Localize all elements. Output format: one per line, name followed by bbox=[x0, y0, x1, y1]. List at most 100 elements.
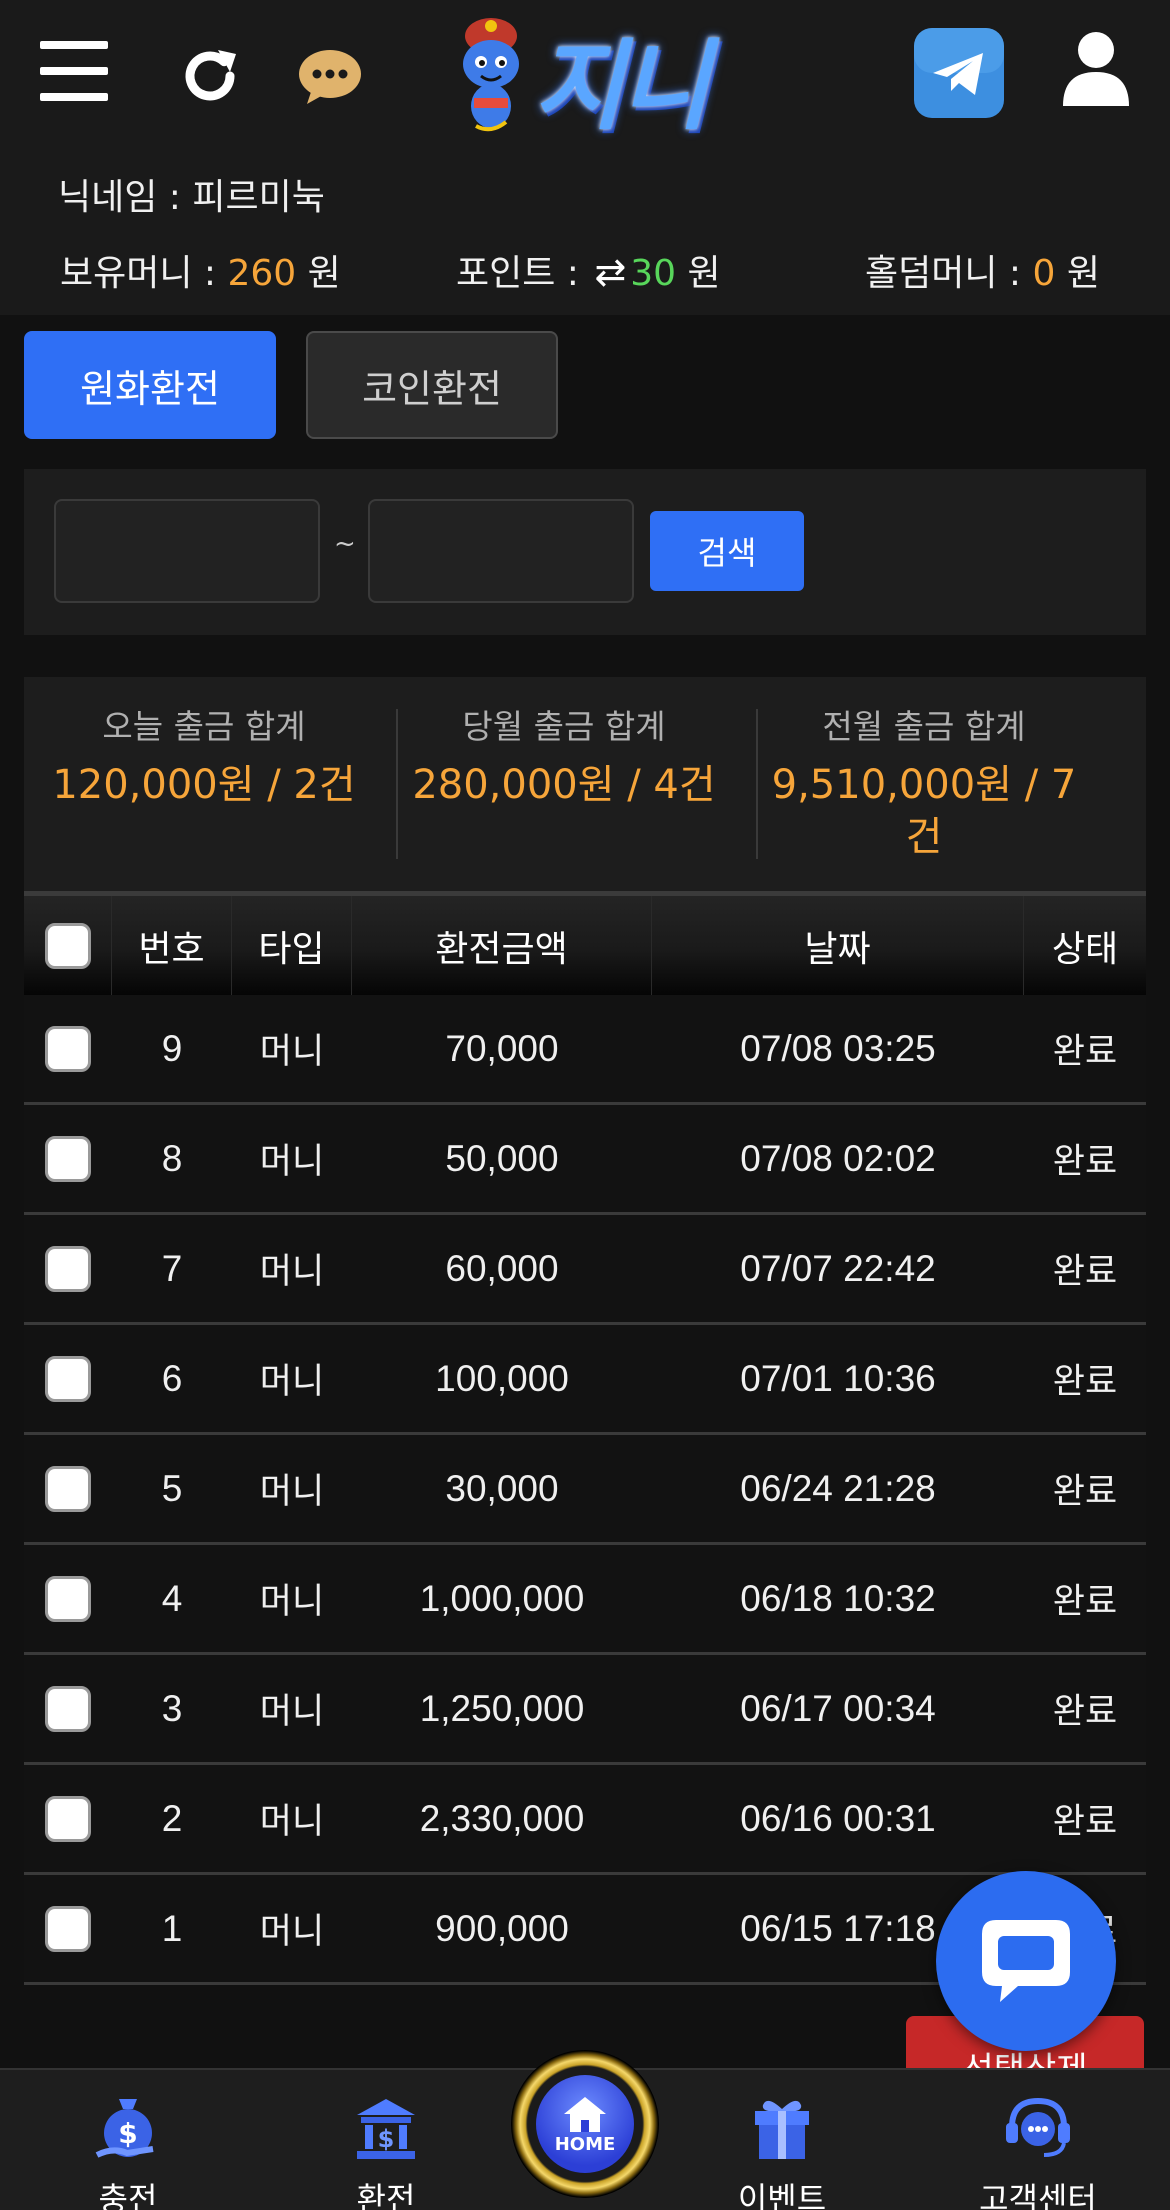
row-select-cell bbox=[24, 1765, 112, 1872]
row-checkbox[interactable] bbox=[45, 1245, 91, 1292]
nav-event[interactable]: 이벤트 bbox=[692, 2090, 872, 2210]
row-type: 머니 bbox=[259, 1692, 325, 1732]
user-icon[interactable] bbox=[1056, 26, 1136, 110]
date-to-input[interactable] bbox=[368, 499, 634, 603]
home-ring: HOME bbox=[511, 2050, 659, 2198]
summary-divider bbox=[756, 709, 758, 859]
table-row[interactable]: 6 머니 100,000 07/01 10:36 완료 bbox=[24, 1325, 1146, 1435]
row-select-cell bbox=[24, 1435, 112, 1542]
date-search-panel: ~ 검색 bbox=[24, 469, 1146, 635]
select-all-checkbox[interactable] bbox=[44, 922, 91, 969]
header-status: 상태 bbox=[1051, 928, 1119, 970]
row-date: 07/08 02:02 bbox=[740, 1137, 936, 1179]
nickname-row: 닉네임 : 피르미눅 bbox=[58, 168, 325, 220]
row-status: 완료 bbox=[1052, 1582, 1118, 1622]
row-checkbox[interactable] bbox=[45, 1905, 91, 1952]
summary-last-month: 전월 출금 합계 9,510,000원 / 7건 bbox=[744, 707, 1104, 863]
row-date: 07/08 03:25 bbox=[740, 1027, 936, 1069]
nav-support-label: 고객센터 bbox=[979, 2180, 1097, 2210]
nav-exchange-label: 환전 bbox=[356, 2180, 416, 2210]
tab-krw-exchange[interactable]: 원화환전 bbox=[24, 331, 276, 439]
nav-charge[interactable]: $ 충전 bbox=[38, 2090, 218, 2210]
site-logo[interactable]: 지니 bbox=[440, 8, 730, 148]
row-number: 4 bbox=[161, 1577, 183, 1619]
row-type: 머니 bbox=[259, 1802, 325, 1842]
nickname-value: 피르미눅 bbox=[192, 177, 325, 218]
row-number: 2 bbox=[161, 1797, 183, 1839]
row-number: 5 bbox=[161, 1467, 183, 1509]
telegram-icon[interactable] bbox=[912, 26, 1006, 120]
gift-icon bbox=[692, 2090, 872, 2166]
withdrawal-summary: 오늘 출금 합계 120,000원 / 2건 당월 출금 합계 280,000원… bbox=[24, 677, 1146, 891]
chat-icon[interactable] bbox=[292, 42, 368, 112]
summary-today-label: 오늘 출금 합계 bbox=[102, 707, 306, 746]
row-select-cell bbox=[24, 995, 112, 1102]
exchange-history-table: 번호 타입 환전금액 날짜 상태 9 머니 70,000 07/08 03:25 완료 8… bbox=[24, 891, 1146, 1985]
row-checkbox[interactable] bbox=[45, 1465, 91, 1512]
row-number: 6 bbox=[161, 1357, 183, 1399]
row-amount: 60,000 bbox=[445, 1247, 559, 1289]
holdem-unit: 원 bbox=[1066, 253, 1100, 294]
point-value: 30 bbox=[630, 253, 677, 294]
search-button[interactable]: 검색 bbox=[650, 511, 804, 591]
row-number: 8 bbox=[161, 1137, 183, 1179]
top-header: 지니 닉네임 : 피르미눅 보유머니 : 260 원 포인트 : ⇄ 30 원 홀… bbox=[0, 0, 1170, 315]
row-date: 07/01 10:36 bbox=[740, 1357, 936, 1399]
table-row[interactable]: 3 머니 1,250,000 06/17 00:34 완료 bbox=[24, 1655, 1146, 1765]
row-type: 머니 bbox=[259, 1142, 325, 1182]
row-status: 완료 bbox=[1052, 1252, 1118, 1292]
header-type: 타입 bbox=[232, 896, 352, 995]
holdem-value: 0 bbox=[1032, 253, 1056, 294]
summary-month-label: 당월 출금 합계 bbox=[462, 707, 666, 746]
row-type: 머니 bbox=[259, 1912, 325, 1952]
row-status: 완료 bbox=[1052, 1472, 1118, 1512]
refresh-icon[interactable] bbox=[172, 38, 248, 114]
row-select-cell bbox=[24, 1215, 112, 1322]
nav-support[interactable]: 고객센터 bbox=[948, 2090, 1128, 2210]
holdem-balance: 홀덤머니 : 0 원 bbox=[865, 244, 1100, 296]
row-amount: 30,000 bbox=[445, 1467, 559, 1509]
header-number: 번호 bbox=[112, 896, 232, 995]
row-checkbox[interactable] bbox=[45, 1025, 91, 1072]
date-from-input[interactable] bbox=[54, 499, 320, 603]
table-row[interactable]: 2 머니 2,330,000 06/16 00:31 완료 bbox=[24, 1765, 1146, 1875]
nav-exchange[interactable]: $ 환전 bbox=[296, 2090, 476, 2210]
point-unit: 원 bbox=[687, 253, 721, 294]
row-date: 06/24 21:28 bbox=[740, 1467, 936, 1509]
row-checkbox[interactable] bbox=[45, 1355, 91, 1402]
table-row[interactable]: 4 머니 1,000,000 06/18 10:32 완료 bbox=[24, 1545, 1146, 1655]
header-select-all bbox=[24, 896, 112, 995]
row-status: 완료 bbox=[1052, 1362, 1118, 1402]
row-checkbox[interactable] bbox=[45, 1575, 91, 1622]
money-bag-icon: $ bbox=[38, 2090, 218, 2166]
headset-icon bbox=[948, 2090, 1128, 2166]
row-date: 06/16 00:31 bbox=[740, 1797, 936, 1839]
nickname-label: 닉네임 : bbox=[58, 177, 193, 218]
live-chat-button[interactable] bbox=[936, 1871, 1116, 2051]
header-date: 날짜 bbox=[652, 896, 1024, 995]
money-balance: 보유머니 : 260 원 bbox=[60, 244, 341, 296]
table-row[interactable]: 7 머니 60,000 07/07 22:42 완료 bbox=[24, 1215, 1146, 1325]
row-type: 머니 bbox=[259, 1252, 325, 1292]
table-row[interactable]: 9 머니 70,000 07/08 03:25 완료 bbox=[24, 995, 1146, 1105]
row-amount: 70,000 bbox=[445, 1027, 559, 1069]
row-checkbox[interactable] bbox=[45, 1795, 91, 1842]
summary-last-month-label: 전월 출금 합계 bbox=[822, 707, 1026, 746]
swap-icon[interactable]: ⇄ bbox=[594, 250, 626, 294]
row-amount: 1,000,000 bbox=[419, 1577, 585, 1619]
table-row[interactable]: 8 머니 50,000 07/08 02:02 완료 bbox=[24, 1105, 1146, 1215]
menu-icon[interactable] bbox=[36, 36, 112, 106]
svg-text:$: $ bbox=[378, 2125, 395, 2153]
home-icon: HOME bbox=[536, 2075, 634, 2173]
table-row[interactable]: 5 머니 30,000 06/24 21:28 완료 bbox=[24, 1435, 1146, 1545]
point-balance[interactable]: 포인트 : ⇄ 30 원 bbox=[456, 244, 721, 296]
nav-home[interactable]: HOME bbox=[510, 2050, 660, 2210]
home-label: HOME bbox=[554, 2133, 616, 2155]
logo-text: 지니 bbox=[533, 30, 710, 144]
row-checkbox[interactable] bbox=[45, 1135, 91, 1182]
tab-coin-exchange[interactable]: 코인환전 bbox=[306, 331, 558, 439]
row-checkbox[interactable] bbox=[45, 1685, 91, 1732]
svg-text:$: $ bbox=[118, 2117, 137, 2150]
row-select-cell bbox=[24, 1105, 112, 1212]
row-select-cell bbox=[24, 1655, 112, 1762]
